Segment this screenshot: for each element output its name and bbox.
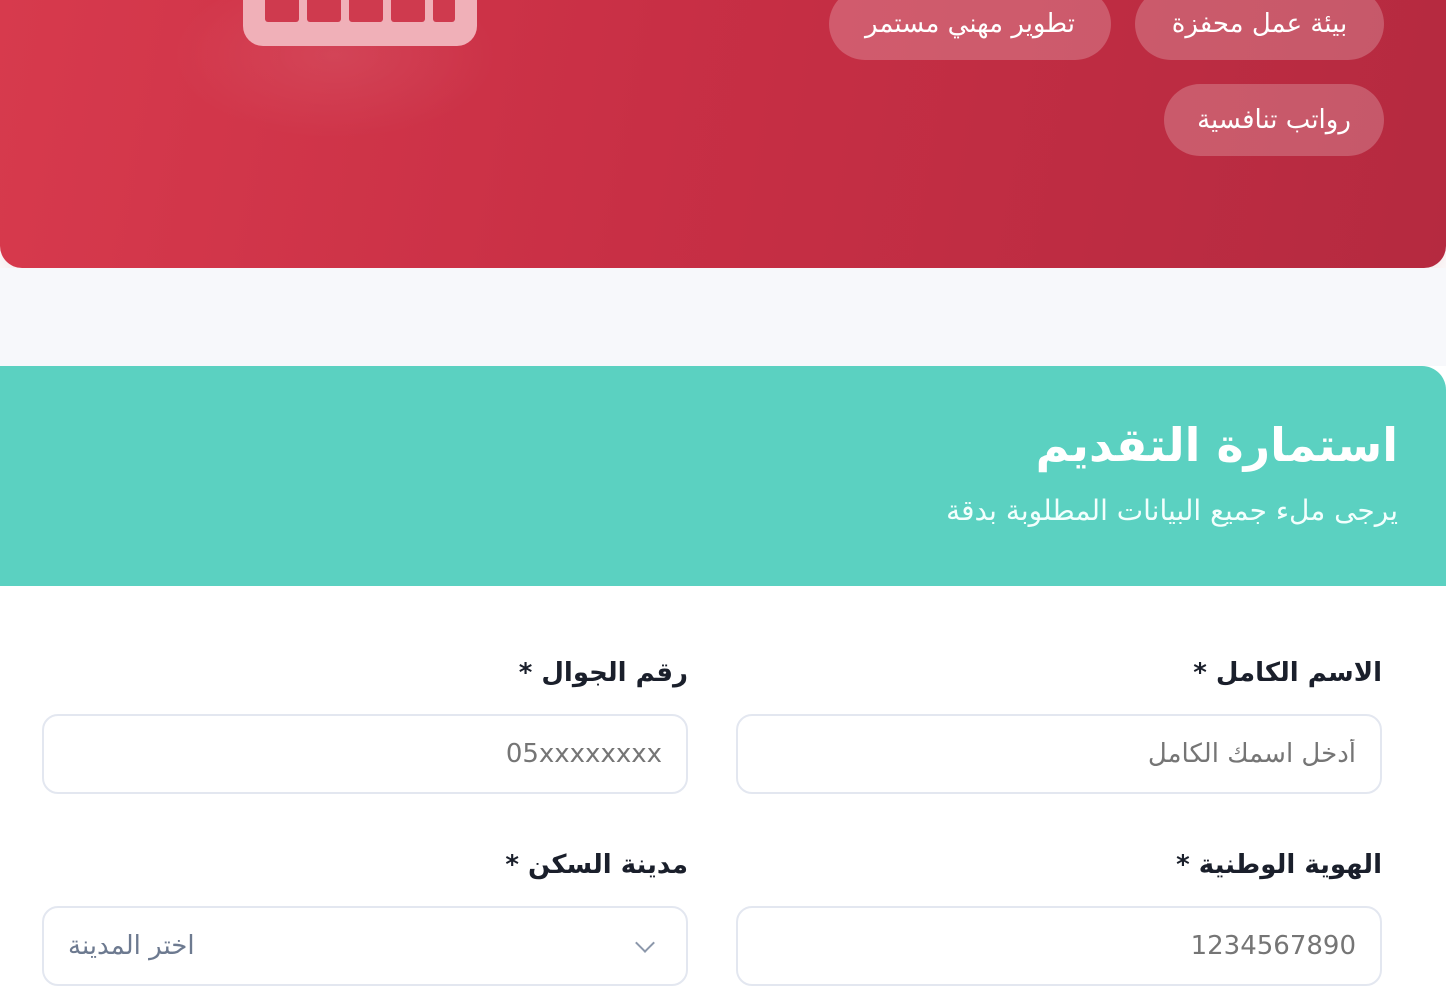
national-id-label: الهوية الوطنية * — [1176, 850, 1382, 880]
city-label: مدينة السكن * — [505, 850, 688, 880]
calendar-icon-slot — [265, 0, 299, 22]
feature-badge-competitive-salaries: رواتب تنافسية — [1164, 84, 1384, 156]
city-select-value: اختر المدينة — [68, 931, 195, 961]
application-form: الاسم الكامل * رقم الجوال * الهوية الوطن… — [0, 586, 1446, 996]
city-select[interactable]: اختر المدينة — [42, 906, 688, 986]
calendar-icon-slot — [391, 0, 425, 22]
form-header: استمارة التقديم يرجى ملء جميع البيانات ا… — [0, 366, 1446, 586]
calendar-icon-slot — [433, 0, 455, 22]
page: بيئة عمل محفزة تطوير مهني مستمر رواتب تن… — [0, 0, 1446, 996]
chevron-down-icon — [635, 933, 655, 953]
full-name-input[interactable] — [736, 714, 1382, 794]
feature-badge-work-environment: بيئة عمل محفزة — [1135, 0, 1384, 60]
form-subtitle: يرجى ملء جميع البيانات المطلوبة بدقة — [946, 494, 1398, 527]
calendar-icon-slot — [307, 0, 341, 22]
section-separator — [0, 268, 1446, 366]
hero-banner: بيئة عمل محفزة تطوير مهني مستمر رواتب تن… — [0, 0, 1446, 268]
feature-badge-professional-development: تطوير مهني مستمر — [829, 0, 1111, 60]
form-title: استمارة التقديم — [1035, 418, 1398, 472]
mobile-input[interactable] — [42, 714, 688, 794]
full-name-label: الاسم الكامل * — [1193, 658, 1382, 688]
calendar-icon — [243, 0, 477, 46]
calendar-icon-slot — [349, 0, 383, 22]
mobile-label: رقم الجوال * — [518, 658, 688, 688]
national-id-input[interactable] — [736, 906, 1382, 986]
